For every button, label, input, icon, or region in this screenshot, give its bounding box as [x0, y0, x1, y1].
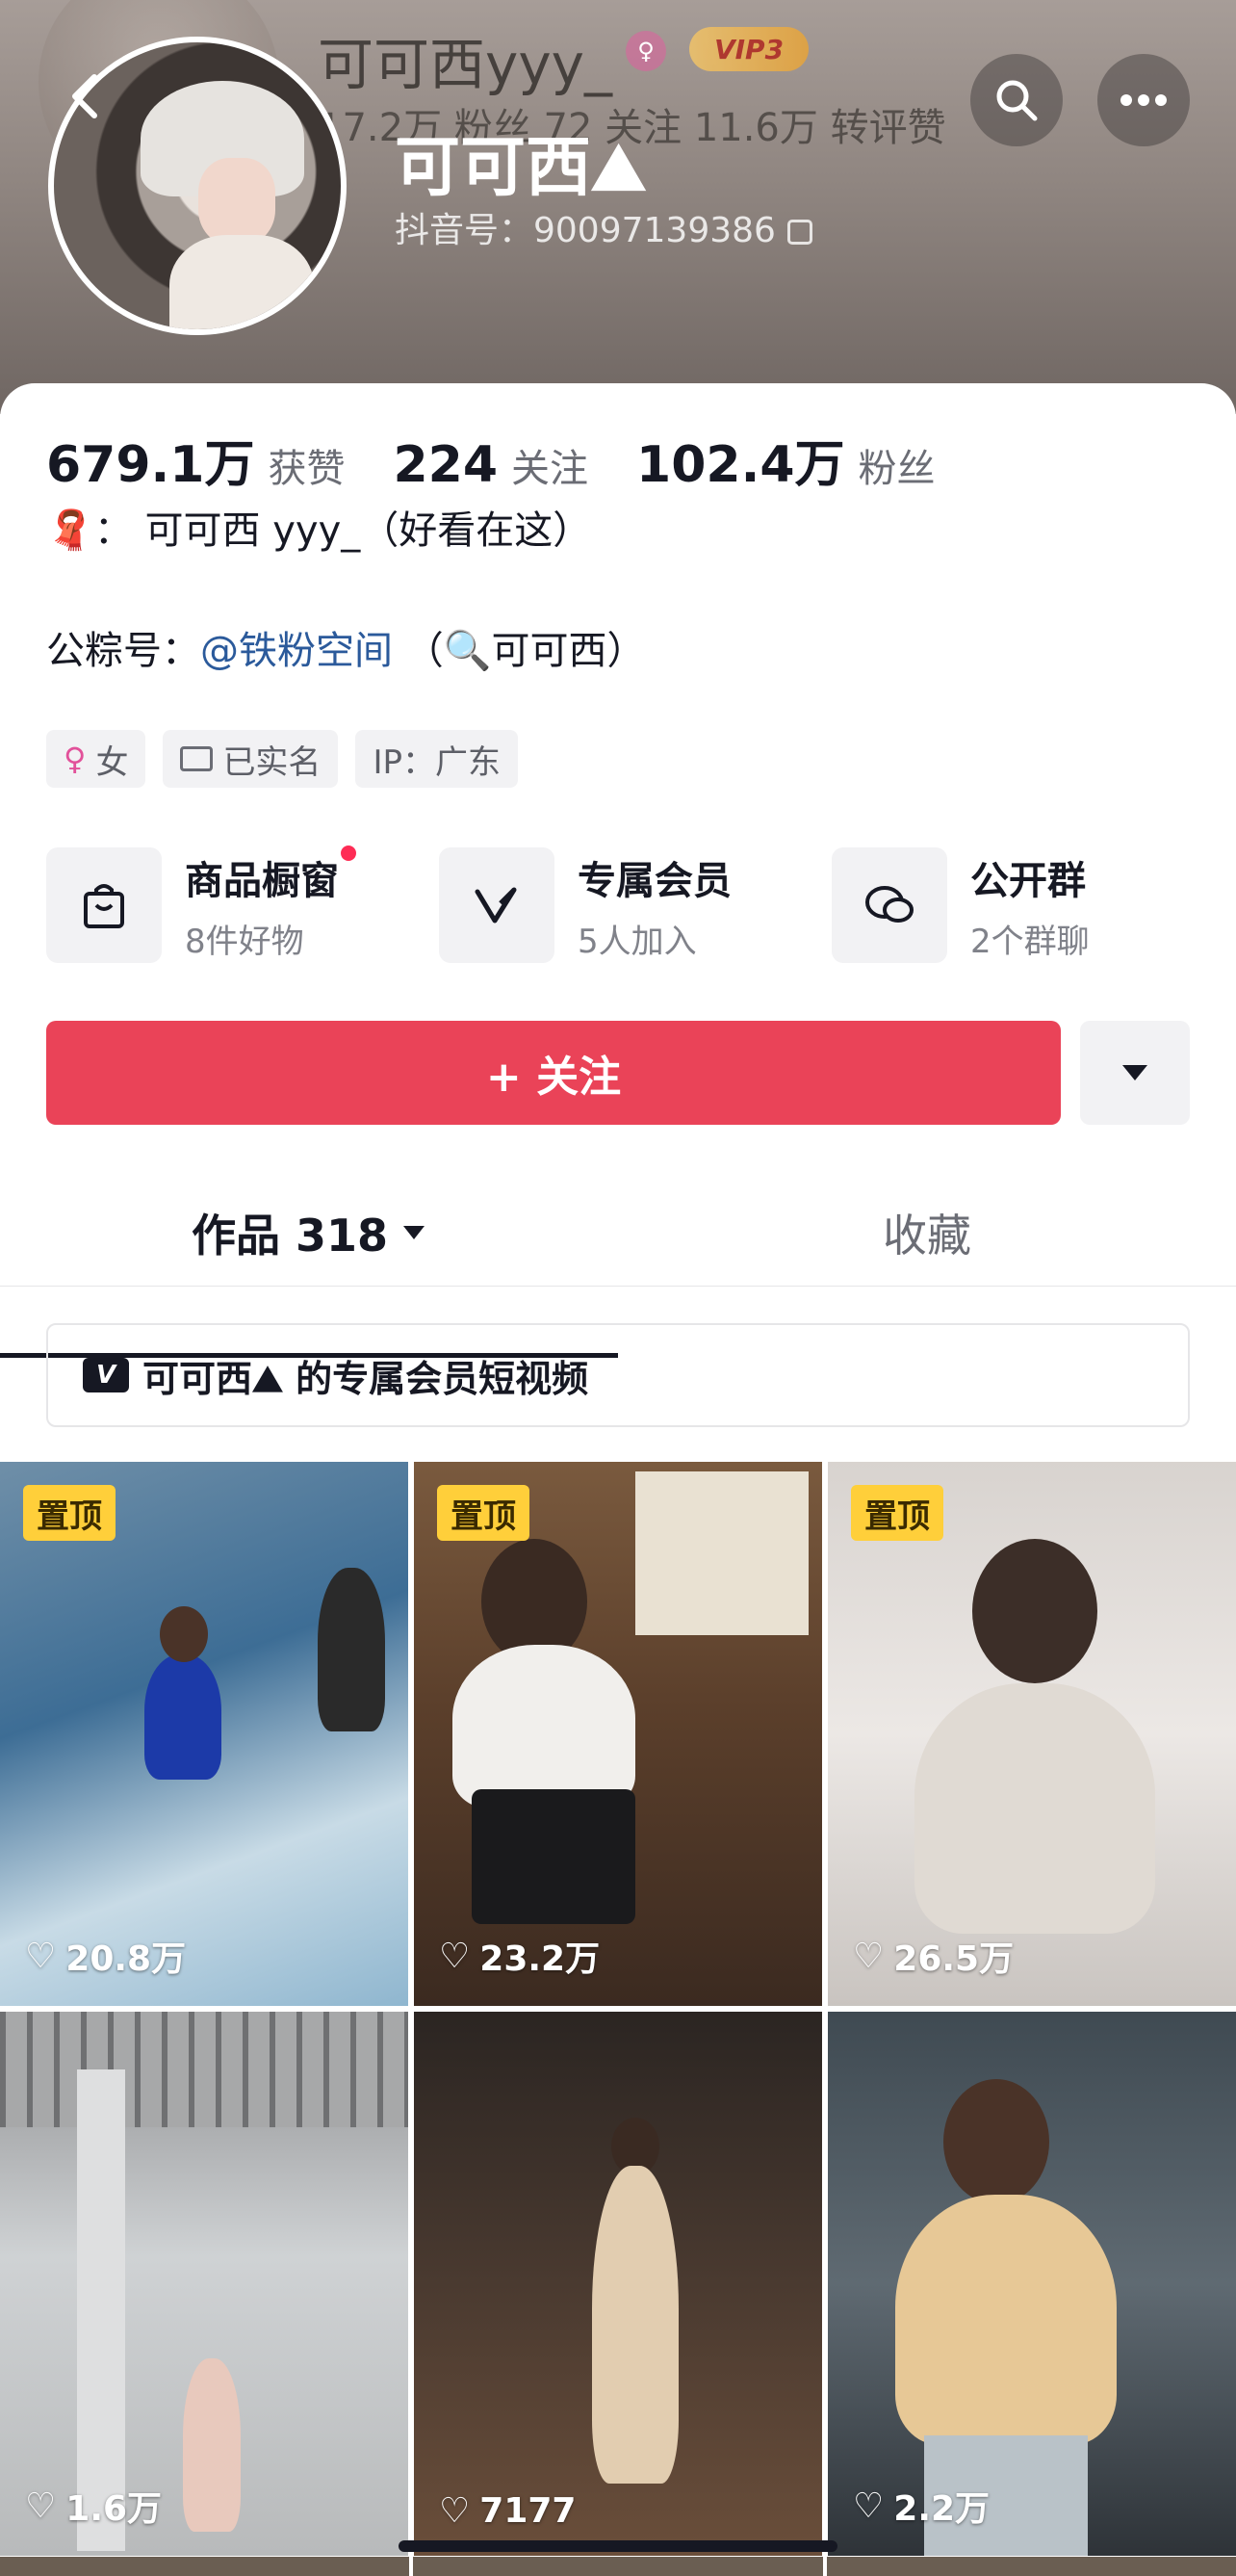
- shop-window-title: 商品橱窗: [185, 858, 339, 903]
- stat-followers[interactable]: 102.4万 粉丝: [636, 424, 935, 496]
- group-chat-entry[interactable]: 公开群 2个群聊: [832, 847, 1224, 963]
- follow-button[interactable]: + 关注: [46, 1021, 1061, 1125]
- recommend-dropdown-button[interactable]: [1080, 1021, 1190, 1125]
- chevron-left-icon: [72, 74, 97, 118]
- id-card-icon: [180, 746, 214, 771]
- search-button[interactable]: [970, 54, 1063, 146]
- video-item[interactable]: 置顶 ♡ 20.8万: [0, 1462, 408, 2006]
- video-item[interactable]: ♡ 7177: [414, 2012, 822, 2556]
- tab-favorites[interactable]: 收藏: [618, 1179, 1236, 1287]
- pinned-badge: 置顶: [23, 1485, 116, 1541]
- video-item[interactable]: 置顶 ♡ 23.2万: [414, 1462, 822, 2006]
- group-chat-title: 公开群: [970, 858, 1086, 903]
- douyin-id-text: 抖音号：90097139386: [395, 211, 776, 250]
- tab-works[interactable]: 作品 318: [0, 1179, 618, 1287]
- like-count: ♡ 23.2万: [439, 1936, 601, 1980]
- shop-window-sub: 8件好物: [185, 922, 304, 961]
- next-row-preview: [0, 2557, 1236, 2576]
- membership-title: 专属会员: [578, 858, 732, 903]
- stat-likes[interactable]: 679.1万 获赞: [46, 424, 345, 496]
- more-icon: [1120, 94, 1167, 106]
- like-count: ♡ 1.6万: [25, 2485, 163, 2530]
- gender-tag: ♀ 女: [46, 730, 146, 788]
- membership-entry[interactable]: 专属会员 5人加入: [439, 847, 832, 963]
- v-membership-icon: [439, 847, 554, 963]
- copy-icon[interactable]: [786, 220, 812, 245]
- video-item[interactable]: 置顶 ♡ 26.5万: [828, 1462, 1236, 2006]
- group-chat-sub: 2个群聊: [970, 922, 1090, 961]
- like-count: ♡ 7177: [439, 2491, 577, 2531]
- more-button[interactable]: [1097, 54, 1190, 146]
- collapsed-nickname: 可可西yyy_: [318, 32, 612, 97]
- female-icon: ♀: [64, 741, 87, 777]
- home-indicator[interactable]: [399, 2540, 837, 2552]
- notification-dot: [341, 845, 356, 861]
- member-videos-banner[interactable]: V 可可西⛰ 的专属会员短视频: [46, 1323, 1190, 1427]
- scarf-icon: 🧣: [46, 508, 94, 553]
- search-icon: [996, 80, 1038, 121]
- female-badge-icon: ♀: [626, 31, 666, 71]
- profile-tags: ♀ 女 已实名 IP：广东: [46, 730, 518, 788]
- back-button[interactable]: [58, 67, 125, 135]
- heart-icon: ♡: [25, 2485, 57, 2526]
- video-camera-icon: V: [83, 1358, 129, 1392]
- profile-stats: 679.1万 获赞 224 关注 102.4万 粉丝: [46, 424, 936, 496]
- like-count: ♡ 26.5万: [853, 1936, 1015, 1980]
- pinned-badge: 置顶: [437, 1485, 529, 1541]
- vip-badge: VIP3: [689, 27, 809, 71]
- nickname: 可可西⛰: [395, 130, 647, 206]
- mention-link[interactable]: @铁粉空间: [200, 629, 393, 673]
- verified-tag: 已实名: [163, 730, 339, 788]
- heart-icon: ♡: [439, 1936, 471, 1976]
- caret-down-icon: [403, 1226, 425, 1239]
- pinned-badge: 置顶: [851, 1485, 943, 1541]
- shop-window-entry[interactable]: 商品橱窗 8件好物: [46, 845, 439, 963]
- video-item[interactable]: ♡ 1.6万: [0, 2012, 408, 2556]
- membership-sub: 5人加入: [578, 922, 697, 961]
- content-tabs: 作品 318 收藏: [0, 1179, 1236, 1287]
- like-count: ♡ 2.2万: [853, 2485, 991, 2530]
- heart-icon: ♡: [25, 1936, 57, 1976]
- service-entries: 商品橱窗 8件好物 专属会员 5人加入 公开群 2个群聊: [46, 845, 1224, 963]
- chat-bubbles-icon: [832, 847, 947, 963]
- shopping-bag-icon: [46, 847, 162, 963]
- heart-icon: ♡: [439, 2491, 471, 2531]
- bio-line-1: 🧣： 可可西 yyy_（好看在这）: [46, 508, 592, 553]
- triangle-down-icon: [1122, 1065, 1147, 1080]
- bio-line-2: 公粽号：@铁粉空间 （🔍可可西）: [46, 629, 646, 673]
- heart-icon: ♡: [853, 1936, 885, 1976]
- profile-cover: 可可西yyy_ ♀ VIP3 17.2万 粉丝 72 关注 11.6万 转评赞 …: [0, 0, 1236, 414]
- video-item[interactable]: ♡ 2.2万: [828, 2012, 1236, 2556]
- stat-following[interactable]: 224 关注: [393, 436, 588, 494]
- heart-icon: ♡: [853, 2485, 885, 2526]
- ip-tag: IP：广东: [355, 730, 518, 788]
- like-count: ♡ 20.8万: [25, 1936, 187, 1980]
- douyin-id[interactable]: 抖音号：90097139386: [395, 202, 812, 252]
